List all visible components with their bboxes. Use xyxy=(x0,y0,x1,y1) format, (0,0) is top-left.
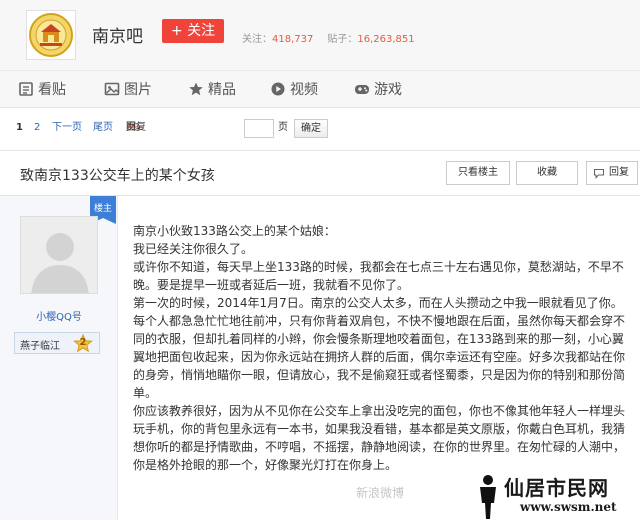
video-icon xyxy=(271,82,285,96)
default-avatar-icon xyxy=(21,217,97,293)
tab-videos[interactable]: 视频 xyxy=(270,71,318,109)
forum-nav: 看贴 图片 精品 视频 游戏 xyxy=(0,70,640,108)
tab-posts[interactable]: 看贴 xyxy=(18,71,66,109)
tab-featured-label: 精品 xyxy=(208,82,236,98)
post-paragraph: 第一次的时候，2014年1月7日。南京的公交人太多，而在人头攒动之中我一眼就看见… xyxy=(133,296,626,400)
forum-logo[interactable] xyxy=(26,10,76,60)
tab-games-label: 游戏 xyxy=(374,82,402,98)
tab-videos-label: 视频 xyxy=(290,82,318,98)
only-op-button[interactable]: 只看楼主 xyxy=(446,161,510,185)
site-watermark-name: 仙居市民网 xyxy=(504,476,609,500)
next-page-link[interactable]: 下一页 xyxy=(52,122,82,133)
op-badge-label: 楼主 xyxy=(93,204,112,214)
jump-page-input[interactable] xyxy=(244,119,274,138)
reply-button[interactable]: 回复 xyxy=(586,161,638,185)
weibo-watermark: 新浪微博 xyxy=(356,486,405,500)
favorite-button[interactable]: 收藏 xyxy=(516,161,578,185)
tab-images[interactable]: 图片 xyxy=(104,71,152,109)
posts-count: 16,263,851 xyxy=(357,34,415,45)
last-page-link[interactable]: 尾页 xyxy=(93,122,113,133)
star-icon xyxy=(189,82,203,96)
level-number: 2 xyxy=(79,337,87,348)
jump-confirm-button[interactable]: 确定 xyxy=(294,119,328,138)
page-unit: 页 xyxy=(278,122,288,133)
forum-stats: 关注：418,737 贴子：16,263,851 xyxy=(242,30,415,45)
tab-games[interactable]: 游戏 xyxy=(354,71,402,109)
reply-button-label: 回复 xyxy=(609,167,629,178)
level-title: 燕子临江 xyxy=(20,341,60,352)
image-icon xyxy=(104,82,120,96)
follow-button[interactable]: + 关注 xyxy=(162,19,224,43)
post-content: 南京小伙致133路公交上的某个姑娘： 我已经关注你很久了。 或许你不知道，每天早… xyxy=(133,222,633,474)
reply-icon xyxy=(593,168,605,179)
follow-count-label: 关注： xyxy=(242,34,272,45)
post-paragraph: 我已经关注你很久了。 xyxy=(133,242,254,256)
forum-header: 南京吧 + 关注 关注：418,737 贴子：16,263,851 xyxy=(0,0,640,70)
author-level: 燕子临江 2 xyxy=(14,332,100,354)
post-icon xyxy=(19,82,33,96)
post-paragraph: 或许你不知道，每天早上坐133路的时候，我都会在七点三十左右遇见你，莫愁湖站，不… xyxy=(133,260,624,292)
posts-count-label: 贴子： xyxy=(327,34,358,45)
forum-name[interactable]: 南京吧 xyxy=(92,22,143,47)
silhouette-figure-icon xyxy=(480,475,496,519)
current-page: 1 xyxy=(16,122,23,133)
tab-posts-label: 看贴 xyxy=(38,82,66,98)
follow-count: 418,737 xyxy=(272,34,314,45)
thread-title: 致南京133公交车上的某个女孩 xyxy=(20,168,215,184)
page-2-link[interactable]: 2 xyxy=(34,122,40,133)
pagination: 1 2 下一页 尾页 39回复贴，共2页，跳到 页 确定 xyxy=(0,112,640,197)
gamepad-icon xyxy=(355,85,369,94)
level-badge: 2 xyxy=(73,333,93,354)
thread-title-bar: 致南京133公交车上的某个女孩 只看楼主 收藏 回复 xyxy=(0,150,640,196)
post-paragraph: 南京小伙致133路公交上的某个姑娘： xyxy=(133,224,336,238)
author-username[interactable]: 小樱QQ号 xyxy=(0,308,118,323)
site-watermark: 仙居市民网 www.swsm.net xyxy=(474,472,640,520)
author-panel: 楼主 小樱QQ号 燕子临江 2 xyxy=(0,196,118,520)
tab-images-label: 图片 xyxy=(124,82,152,98)
site-watermark-url: www.swsm.net xyxy=(520,500,617,514)
avatar[interactable] xyxy=(20,216,98,294)
forum-emblem-icon xyxy=(29,13,73,57)
post-paragraph: 你应该教养很好，因为从不见你在公交车上拿出没吃完的面包，你也不像其他年轻人一样埋… xyxy=(133,404,626,472)
tab-featured[interactable]: 精品 xyxy=(188,71,236,109)
